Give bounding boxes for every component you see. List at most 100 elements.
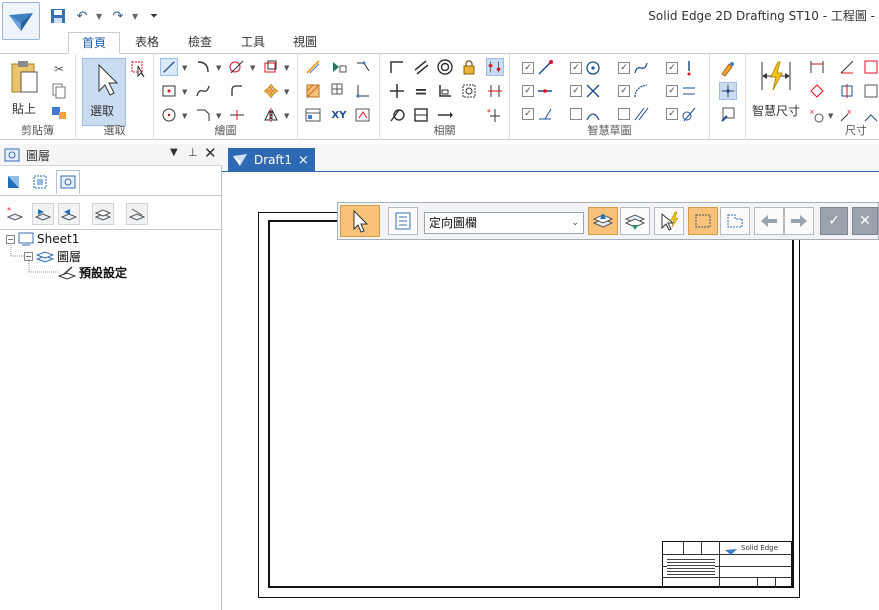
symmetric-icon[interactable] bbox=[486, 82, 504, 100]
panel-dropdown-icon[interactable]: ▼ bbox=[170, 147, 178, 158]
perpendicular-checkbox[interactable]: ✓ bbox=[522, 108, 534, 120]
offset-dropdown-icon[interactable]: ▼ bbox=[284, 64, 289, 72]
parallel-icon[interactable] bbox=[412, 58, 430, 76]
command-select-button[interactable] bbox=[340, 205, 380, 237]
trim-dropdown-icon[interactable]: ▼ bbox=[250, 64, 255, 72]
new-layer-icon[interactable]: * bbox=[4, 203, 26, 225]
region-icon[interactable] bbox=[354, 106, 372, 124]
chamfer-dropdown-icon[interactable]: ▼ bbox=[216, 112, 221, 120]
angle-between-icon[interactable] bbox=[808, 82, 826, 100]
pin-icon[interactable]: ⊥ bbox=[188, 146, 198, 159]
fill-icon[interactable] bbox=[304, 82, 322, 100]
customize-icon[interactable]: ⏷ bbox=[144, 7, 164, 25]
line-dropdown-icon[interactable]: ▼ bbox=[182, 64, 187, 72]
save-icon[interactable] bbox=[48, 7, 68, 25]
tab-tools[interactable]: 工具 bbox=[230, 32, 276, 54]
connect-icon[interactable] bbox=[354, 58, 372, 76]
tangent-point-checkbox[interactable]: ✓ bbox=[618, 85, 630, 97]
symmetric-diameter-icon[interactable] bbox=[838, 82, 856, 100]
fillet-icon[interactable] bbox=[228, 82, 246, 100]
trim-icon[interactable] bbox=[228, 58, 246, 76]
sketch-settings-icon[interactable] bbox=[719, 60, 737, 78]
redo-dropdown-icon[interactable]: ▼ bbox=[132, 12, 140, 21]
inside-fence-button[interactable] bbox=[688, 207, 718, 235]
table-icon[interactable] bbox=[330, 82, 348, 100]
mirror-dropdown-icon[interactable]: ▼ bbox=[284, 112, 289, 120]
panel-close-icon[interactable]: ✕ bbox=[204, 144, 217, 162]
document-tab[interactable]: Draft1 × bbox=[228, 148, 315, 172]
tab-view[interactable]: 視圖 bbox=[282, 32, 328, 54]
circle-dropdown-icon[interactable]: ▼ bbox=[182, 112, 187, 120]
tangent-icon[interactable] bbox=[436, 82, 454, 100]
construction-icon[interactable] bbox=[304, 58, 322, 76]
relationship-handles-icon[interactable] bbox=[486, 58, 504, 76]
cut-icon[interactable]: ✂ bbox=[50, 60, 68, 78]
tangent-arc-checkbox[interactable]: ✓ bbox=[666, 108, 678, 120]
quick-pick-button[interactable] bbox=[654, 207, 684, 235]
variable-table-icon[interactable] bbox=[304, 106, 322, 124]
undo-icon[interactable]: ↶ bbox=[72, 7, 92, 25]
move-dropdown-icon[interactable]: ▼ bbox=[284, 88, 289, 96]
select-tools-icon[interactable] bbox=[130, 60, 148, 78]
move-from-layer-icon[interactable] bbox=[58, 203, 80, 225]
coordinate-dimension-dropdown-icon[interactable]: ▼ bbox=[828, 112, 833, 120]
hide-layer-icon[interactable] bbox=[92, 203, 114, 225]
rectangle-dropdown-icon[interactable]: ▼ bbox=[182, 88, 187, 96]
next-button[interactable] bbox=[784, 207, 814, 235]
pattern-icon[interactable] bbox=[330, 58, 348, 76]
options-button[interactable] bbox=[388, 207, 418, 235]
layer-down-button[interactable] bbox=[620, 207, 650, 235]
cursor-point-icon[interactable] bbox=[719, 82, 737, 100]
insert-point-icon[interactable] bbox=[719, 106, 737, 124]
endpoint-checkbox[interactable]: ✓ bbox=[522, 62, 534, 74]
curve-icon[interactable] bbox=[194, 82, 212, 100]
accept-button[interactable]: ✓ bbox=[820, 207, 848, 235]
move-to-layer-icon[interactable] bbox=[32, 203, 54, 225]
corner-icon[interactable] bbox=[354, 82, 372, 100]
arc-point-checkbox[interactable] bbox=[570, 108, 582, 120]
copy-icon[interactable] bbox=[50, 82, 68, 100]
perpendicular-icon[interactable] bbox=[388, 58, 406, 76]
center-checkbox[interactable]: ✓ bbox=[570, 62, 582, 74]
previous-button[interactable] bbox=[754, 207, 784, 235]
lock-icon[interactable] bbox=[460, 58, 478, 76]
midpoint-checkbox[interactable]: ✓ bbox=[522, 85, 534, 97]
tab-layers-icon[interactable] bbox=[56, 170, 80, 194]
undo-dropdown-icon[interactable]: ▼ bbox=[96, 12, 104, 21]
intersection-checkbox[interactable]: ✓ bbox=[570, 85, 582, 97]
offset-icon[interactable] bbox=[262, 58, 280, 76]
tab-home[interactable]: 首頁 bbox=[68, 32, 120, 54]
line-icon[interactable] bbox=[160, 58, 178, 76]
tab-table[interactable]: 表格 bbox=[124, 32, 170, 54]
distance-between-icon[interactable] bbox=[808, 58, 826, 76]
dimension-style-icon[interactable] bbox=[862, 82, 879, 100]
equal-icon[interactable]: = bbox=[412, 82, 430, 101]
rectangle-icon[interactable] bbox=[160, 82, 178, 100]
rigid-set-icon[interactable] bbox=[460, 82, 478, 100]
layer-up-button[interactable] bbox=[588, 207, 618, 235]
angular-coordinate-icon[interactable] bbox=[838, 58, 856, 76]
vertical-checkbox[interactable]: ✓ bbox=[666, 62, 678, 74]
dimension-more-icon[interactable] bbox=[862, 58, 879, 76]
orientation-dropdown[interactable]: 定向圖欄 ⌄ bbox=[424, 212, 584, 234]
cancel-button[interactable]: ✕ bbox=[852, 207, 878, 235]
arc-dropdown-icon[interactable]: ▼ bbox=[216, 64, 221, 72]
tangent-checkbox[interactable]: ✓ bbox=[618, 62, 630, 74]
coordinate-icon[interactable]: XY bbox=[330, 106, 348, 124]
redo-icon[interactable]: ↷ bbox=[108, 7, 128, 25]
connect-point-icon[interactable] bbox=[388, 82, 406, 100]
move-icon[interactable] bbox=[262, 82, 280, 100]
tab-library-icon[interactable] bbox=[2, 170, 26, 194]
title-block: Solid Edge bbox=[662, 541, 793, 588]
tab-inspect[interactable]: 檢查 bbox=[176, 32, 224, 54]
arc-icon[interactable] bbox=[194, 58, 212, 76]
tab-groups-icon[interactable] bbox=[28, 170, 52, 194]
overlap-fence-button[interactable] bbox=[720, 207, 750, 235]
concentric-icon[interactable] bbox=[436, 58, 454, 76]
delete-layer-icon[interactable] bbox=[126, 203, 148, 225]
document-tab-close-icon[interactable]: × bbox=[298, 153, 309, 168]
parallel-checkbox[interactable]: ✓ bbox=[666, 85, 678, 97]
format-painter-icon[interactable] bbox=[50, 104, 68, 122]
smart-dimension-button[interactable] bbox=[756, 58, 796, 98]
silhouette-checkbox[interactable] bbox=[618, 108, 630, 120]
